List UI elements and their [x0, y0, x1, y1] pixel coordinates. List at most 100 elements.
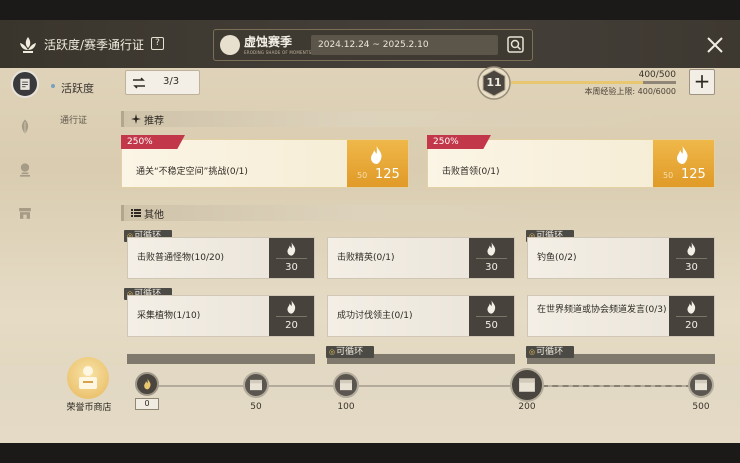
help-icon[interactable]: ? — [151, 37, 164, 50]
swap-arrows-icon — [133, 77, 145, 89]
task-points: 30 — [485, 262, 498, 273]
milestone-chest-100[interactable] — [333, 372, 359, 398]
others-header: 其他 — [121, 205, 716, 221]
task-name: 在世界频道或协会频道发言(0/3) — [537, 305, 667, 315]
repeatable-tag: 可循环 — [326, 346, 374, 358]
recommended-title: 推荐 — [144, 116, 164, 127]
xp-bar-fill — [511, 81, 643, 84]
task-card[interactable]: 成功讨伐领主(0/1) 50 — [327, 295, 515, 337]
task-reward: 50 125 — [653, 140, 714, 187]
task-card-partial[interactable] — [127, 354, 315, 364]
milestone-value: 500 — [692, 402, 710, 412]
task-name: 击败普通怪物(10/20) — [137, 253, 224, 263]
subnav-pass[interactable]: 通行证 — [60, 113, 87, 126]
chest-icon — [519, 378, 535, 392]
task-name: 成功讨伐领主(0/1) — [337, 311, 413, 321]
task-points: 30 — [685, 262, 698, 273]
refresh-count: 3/3 — [163, 76, 180, 87]
flame-icon — [687, 300, 696, 314]
current-progress-node — [135, 372, 159, 396]
clipboard-icon — [20, 78, 30, 90]
task-reward: 20 — [669, 296, 714, 336]
weekly-xp-cap: 本周经验上限: 400/6000 — [584, 87, 676, 96]
task-name: 击败精英(0/1) — [337, 253, 395, 263]
task-points: 50 — [485, 320, 498, 331]
task-reward: 50 — [469, 296, 514, 336]
refresh-counter[interactable]: 3/3 — [125, 70, 200, 95]
task-card[interactable]: 钓鱼(0/2) 30 — [527, 237, 715, 279]
season-info: 虚蚀赛季 ERODING SHADE OF MOMENTS 2024.12.24… — [213, 29, 533, 61]
chest-icon — [340, 379, 352, 391]
milestone-value: 200 — [518, 402, 536, 412]
lotus-logo-icon — [20, 37, 36, 53]
task-name: 通关“不稳定空间”挑战(0/1) — [136, 167, 248, 177]
level-number: 11 — [486, 76, 502, 89]
recommended-task-card[interactable]: 250% 通关“不稳定空间”挑战(0/1) 50 125 — [121, 135, 409, 188]
task-points: 30 — [285, 262, 298, 273]
task-reward: 30 — [269, 238, 314, 278]
list-icon — [131, 209, 141, 217]
season-details-icon[interactable] — [507, 36, 524, 53]
nav-store-button[interactable] — [11, 199, 39, 227]
boosted-points: 125 — [681, 167, 706, 182]
honor-shop-label: 荣誉币商店 — [66, 403, 112, 413]
flame-icon — [487, 242, 496, 256]
page-title: 活跃度/赛季通行证 — [44, 38, 145, 52]
trophy-icon — [20, 163, 30, 177]
milestone-value: 50 — [250, 402, 262, 412]
flame-icon — [287, 300, 296, 314]
progress-line-dashed — [542, 385, 692, 387]
flame-icon — [371, 146, 382, 164]
milestone-value: 100 — [337, 402, 355, 412]
milestone-chest-500[interactable] — [688, 372, 714, 398]
recommended-task-card[interactable]: 250% 击败首领(0/1) 50 125 — [427, 135, 715, 188]
flame-icon — [287, 242, 296, 256]
task-card[interactable]: 击败精英(0/1) 30 — [327, 237, 515, 279]
recommended-header: 推荐 — [121, 111, 716, 127]
flame-icon — [144, 378, 151, 390]
task-card[interactable]: 在世界频道或协会频道发言(0/3) 20 — [527, 295, 715, 337]
task-name: 采集植物(1/10) — [137, 311, 201, 321]
close-icon[interactable] — [706, 37, 724, 53]
boosted-points: 125 — [375, 167, 400, 182]
chest-icon — [695, 379, 707, 391]
store-icon — [19, 208, 31, 219]
season-name: 虚蚀赛季 — [244, 35, 293, 49]
task-reward: 30 — [669, 238, 714, 278]
nav-activity-button[interactable] — [11, 70, 39, 98]
sparkle-icon — [131, 114, 141, 124]
task-reward: 20 — [269, 296, 314, 336]
add-xp-button[interactable]: + — [689, 69, 715, 95]
activity-screen: 活跃度/赛季通行证 ? 虚蚀赛季 ERODING SHADE OF MOMENT… — [0, 20, 740, 443]
xp-bar — [511, 81, 676, 84]
honor-shop-button[interactable] — [67, 357, 109, 399]
flame-icon — [677, 146, 688, 164]
flame-icon — [687, 242, 696, 256]
shop-bag-icon — [79, 366, 97, 389]
repeatable-tag: 可循环 — [526, 346, 574, 358]
top-bar: 活跃度/赛季通行证 ? 虚蚀赛季 ERODING SHADE OF MOMENT… — [0, 20, 740, 68]
current-progress-value: 0 — [135, 398, 159, 410]
milestone-chest-50[interactable] — [243, 372, 269, 398]
task-name: 钓鱼(0/2) — [537, 253, 577, 263]
task-reward: 50 125 — [347, 140, 408, 187]
subnav-activity[interactable]: 活跃度 — [51, 80, 94, 96]
nav-rank-button[interactable] — [11, 156, 39, 184]
nav-pass-button[interactable] — [11, 113, 39, 141]
task-card[interactable]: 击败普通怪物(10/20) 30 — [127, 237, 315, 279]
xp-text: 400/500 — [638, 70, 676, 80]
chest-icon — [250, 379, 262, 391]
leaf-icon — [21, 119, 29, 134]
task-name: 击败首领(0/1) — [442, 167, 500, 177]
task-points: 20 — [685, 320, 698, 331]
others-title: 其他 — [144, 210, 164, 221]
side-nav — [0, 68, 48, 388]
task-card[interactable]: 采集植物(1/10) 20 — [127, 295, 315, 337]
original-points: 50 — [663, 171, 674, 180]
bonus-percent-tag: 250% — [121, 135, 185, 149]
season-subtitle: ERODING SHADE OF MOMENTS — [244, 50, 312, 55]
original-points: 50 — [357, 171, 368, 180]
season-emblem-icon — [220, 35, 240, 55]
milestone-chest-200[interactable] — [510, 368, 544, 402]
task-reward: 30 — [469, 238, 514, 278]
